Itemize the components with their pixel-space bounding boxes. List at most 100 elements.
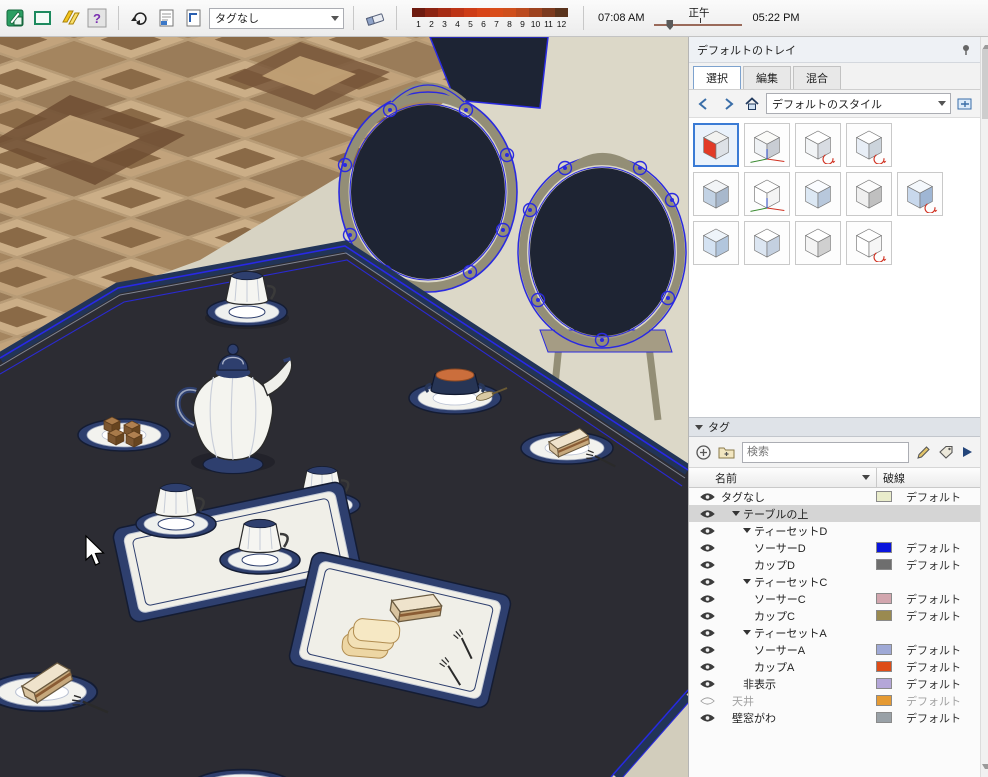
style-thumbnail[interactable]: [693, 221, 739, 265]
materials-icon[interactable]: [58, 6, 82, 30]
tag-dashes-value[interactable]: デフォルト: [900, 710, 980, 726]
style-thumbnail[interactable]: [846, 221, 892, 265]
month-cell[interactable]: 4: [451, 7, 464, 29]
pencil-icon[interactable]: [916, 445, 931, 460]
search-input[interactable]: [742, 441, 909, 463]
visibility-eye-icon[interactable]: [695, 577, 719, 587]
scroll-down-icon[interactable]: [982, 764, 988, 775]
tag-color-swatch[interactable]: [876, 661, 892, 672]
tag-color-swatch[interactable]: [876, 678, 892, 689]
tag-dashes-value[interactable]: デフォルト: [900, 608, 980, 624]
visibility-eye-icon[interactable]: [695, 662, 719, 672]
tab-select[interactable]: 選択: [693, 66, 741, 89]
tag-name-cell[interactable]: ソーサーA: [719, 642, 876, 658]
style-thumbnail[interactable]: [795, 221, 841, 265]
tag-row[interactable]: 天井 デフォルト: [689, 692, 980, 709]
tag-name-cell[interactable]: ティーセットC: [719, 574, 876, 590]
tab-mix[interactable]: 混合: [793, 66, 841, 89]
visibility-eye-icon[interactable]: [695, 611, 719, 621]
visibility-eye-icon[interactable]: [695, 628, 719, 638]
scrollbar-thumb[interactable]: [982, 49, 988, 119]
tag-dropdown[interactable]: タグなし: [209, 7, 344, 29]
tag-dashes-value[interactable]: デフォルト: [900, 642, 980, 658]
add-folder-icon[interactable]: [718, 445, 735, 459]
style-thumbnail[interactable]: [693, 172, 739, 216]
scene[interactable]: [0, 37, 688, 777]
tag-row[interactable]: タグなし デフォルト: [689, 488, 980, 505]
rotate-icon[interactable]: [128, 6, 152, 30]
visibility-eye-icon[interactable]: [695, 543, 719, 553]
entity-info-icon[interactable]: [4, 6, 28, 30]
month-cell[interactable]: 9: [516, 7, 529, 29]
tag-name-cell[interactable]: タグなし: [719, 489, 876, 505]
window-icon[interactable]: [31, 6, 55, 30]
forward-icon[interactable]: [718, 94, 738, 114]
tag-color-swatch[interactable]: [876, 559, 892, 570]
month-cell[interactable]: 6: [477, 7, 490, 29]
tag-name-cell[interactable]: 天井: [719, 693, 876, 709]
tag-color-swatch[interactable]: [876, 491, 892, 502]
tag-name-cell[interactable]: カップC: [719, 608, 876, 624]
tag-name-cell[interactable]: カップA: [719, 659, 876, 675]
month-cell[interactable]: 1: [412, 7, 425, 29]
tag-icon[interactable]: [938, 445, 954, 459]
tag-row[interactable]: ソーサーC デフォルト: [689, 590, 980, 607]
visibility-eye-icon[interactable]: [695, 594, 719, 604]
tag-dashes-value[interactable]: デフォルト: [900, 540, 980, 556]
month-cell[interactable]: 10: [529, 7, 542, 29]
style-thumbnail[interactable]: [795, 123, 841, 167]
tag-dashes-value[interactable]: デフォルト: [900, 489, 980, 505]
style-thumbnail[interactable]: [744, 123, 790, 167]
tag-color-swatch[interactable]: [876, 695, 892, 706]
tag-row[interactable]: カップD デフォルト: [689, 556, 980, 573]
tag-row[interactable]: ソーサーD デフォルト: [689, 539, 980, 556]
expander-icon[interactable]: [743, 630, 751, 635]
tag-name-cell[interactable]: ソーサーD: [719, 540, 876, 556]
back-icon[interactable]: [694, 94, 714, 114]
tag-name-cell[interactable]: 壁窓がわ: [719, 710, 876, 726]
visibility-eye-icon[interactable]: [695, 645, 719, 655]
shadow-date-slider[interactable]: 1 2 3 4 5 6 7 8 9 10 11 12: [412, 7, 568, 29]
tag-name-cell[interactable]: ティーセットA: [719, 625, 876, 641]
style-thumbnail[interactable]: [693, 123, 739, 167]
eraser-icon[interactable]: [363, 6, 387, 30]
tag-row[interactable]: ティーセットA: [689, 624, 980, 641]
style-thumbnail[interactable]: [795, 172, 841, 216]
dimension-icon[interactable]: [182, 6, 206, 30]
tag-row[interactable]: 壁窓がわ デフォルト: [689, 709, 980, 726]
month-cell[interactable]: 11: [542, 7, 555, 29]
details-icon[interactable]: [955, 94, 975, 114]
month-cell[interactable]: 2: [425, 7, 438, 29]
tag-dashes-value[interactable]: デフォルト: [900, 676, 980, 692]
tag-color-swatch[interactable]: [876, 593, 892, 604]
tray-scrollbar[interactable]: [980, 37, 988, 777]
tag-row[interactable]: ティーセットD: [689, 522, 980, 539]
pin-icon[interactable]: [960, 44, 972, 56]
visibility-eye-icon[interactable]: [695, 526, 719, 536]
tag-dashes-value[interactable]: デフォルト: [900, 557, 980, 573]
tag-row[interactable]: ソーサーA デフォルト: [689, 641, 980, 658]
visibility-eye-icon[interactable]: [695, 713, 719, 723]
style-thumbnail[interactable]: [846, 172, 892, 216]
visibility-eye-icon[interactable]: [695, 679, 719, 689]
month-cell[interactable]: 3: [438, 7, 451, 29]
month-cell[interactable]: 5: [464, 7, 477, 29]
visibility-eye-icon[interactable]: [695, 696, 719, 706]
visibility-eye-icon[interactable]: [695, 509, 719, 519]
time-slider-thumb[interactable]: [666, 20, 674, 30]
style-thumbnail[interactable]: [744, 221, 790, 265]
visibility-eye-icon[interactable]: [695, 492, 719, 502]
style-dropdown[interactable]: デフォルトのスタイル: [766, 93, 951, 114]
tag-dashes-value[interactable]: デフォルト: [900, 659, 980, 675]
tag-name-cell[interactable]: カップD: [719, 557, 876, 573]
expander-icon[interactable]: [743, 528, 751, 533]
shadow-time-slider[interactable]: 正午: [654, 5, 743, 31]
tag-row[interactable]: カップA デフォルト: [689, 658, 980, 675]
tag-row[interactable]: カップC デフォルト: [689, 607, 980, 624]
add-tag-icon[interactable]: [696, 444, 711, 460]
tab-edit[interactable]: 編集: [743, 66, 791, 89]
month-cell[interactable]: 7: [490, 7, 503, 29]
tag-name-cell[interactable]: 非表示: [719, 676, 876, 692]
expander-icon[interactable]: [732, 511, 740, 516]
home-icon[interactable]: [742, 94, 762, 114]
